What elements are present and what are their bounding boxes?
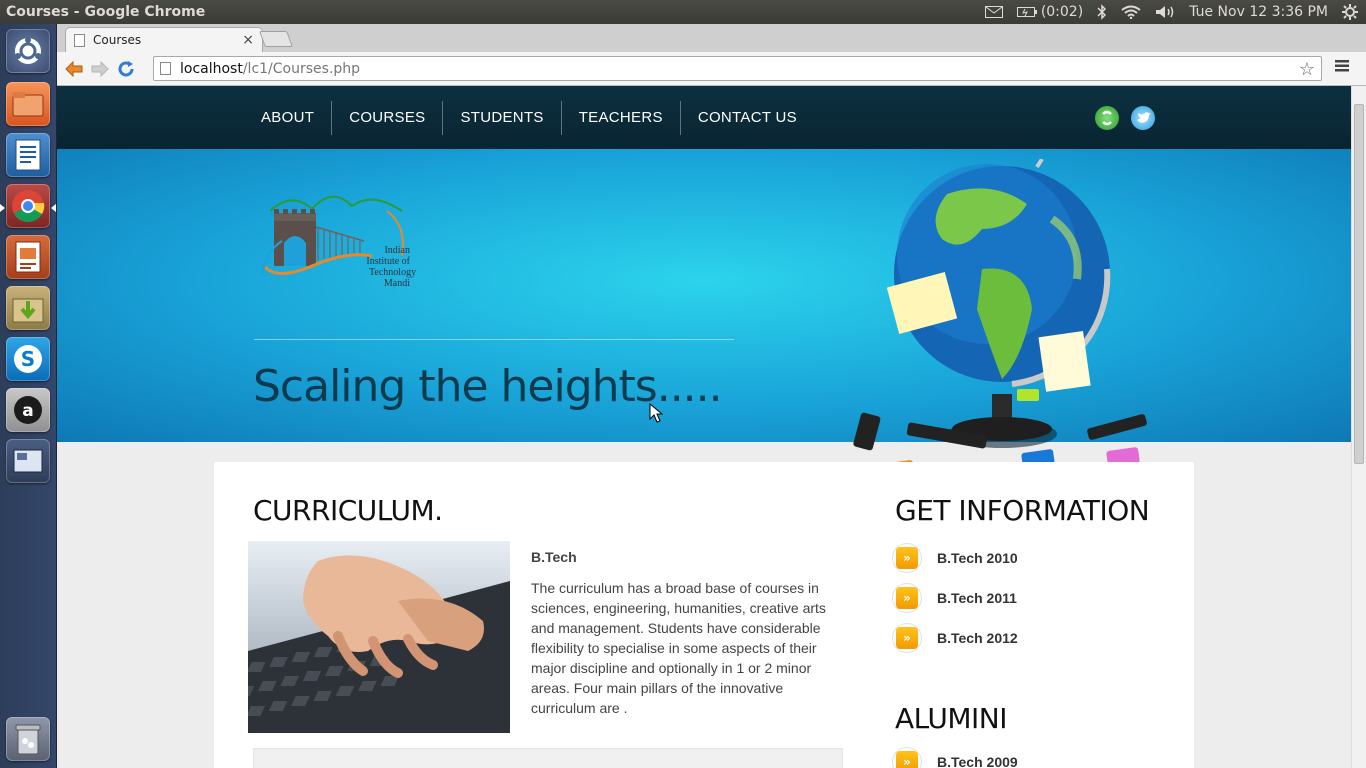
scrollbar-thumb[interactable] — [1354, 104, 1364, 464]
impress-icon[interactable] — [6, 235, 50, 279]
running-indicator — [0, 204, 5, 212]
main-menu: ABOUT COURSES STUDENTS TEACHERS CONTACT … — [244, 86, 814, 149]
ubuntu-one-icon[interactable]: a — [6, 388, 50, 432]
nav-contact-us[interactable]: CONTACT US — [681, 101, 814, 135]
clock[interactable]: Tue Nov 12 3:36 PM — [1189, 4, 1328, 20]
url-path: /lc1/Courses.php — [242, 60, 361, 77]
nav-students[interactable]: STUDENTS — [443, 101, 560, 135]
reload-button[interactable] — [113, 56, 139, 82]
bookmark-star-icon[interactable]: ☆ — [1299, 59, 1315, 80]
toolbar: localhost/lc1/Courses.php ☆ — [57, 52, 1366, 86]
writer-icon[interactable] — [6, 133, 50, 177]
window-title: Courses - Google Chrome — [6, 4, 206, 20]
tab-strip: Courses × — [57, 24, 1366, 52]
back-arrow-icon — [65, 60, 83, 77]
nav-teachers[interactable]: TEACHERS — [562, 101, 680, 135]
reload-icon — [118, 60, 134, 76]
chrome-icon[interactable] — [6, 184, 50, 228]
tab-courses[interactable]: Courses × — [65, 27, 263, 52]
mail-icon[interactable] — [984, 6, 1003, 18]
link-label: B.Tech 2012 — [937, 630, 1018, 646]
link-label: B.Tech 2011 — [937, 590, 1017, 606]
double-chevron-icon: » — [896, 587, 918, 609]
nav-about[interactable]: ABOUT — [244, 101, 331, 135]
course-title: B.Tech — [531, 549, 577, 565]
gear-icon[interactable] — [1342, 4, 1358, 20]
wifi-icon[interactable] — [1121, 5, 1141, 19]
active-indicator — [51, 204, 56, 212]
volume-icon[interactable] — [1155, 5, 1175, 19]
double-chevron-icon: » — [896, 751, 918, 768]
hero-banner: Indian Institute of Technology Mandi Sca… — [57, 149, 1351, 518]
chrome-menu-button[interactable] — [1335, 58, 1351, 77]
top-panel: Courses - Google Chrome (0:02) Tue Nov 1… — [0, 0, 1366, 24]
double-chevron-icon: » — [896, 547, 918, 569]
content-card: CURRICULUM. B.Tech The curriculum has a … — [214, 462, 1194, 768]
trash-icon[interactable] — [6, 717, 50, 761]
workspace-switcher-icon[interactable] — [6, 439, 50, 483]
skype-social-icon[interactable] — [1095, 106, 1119, 130]
logo-line: Indian — [384, 245, 410, 256]
arrow-button: » — [892, 747, 922, 768]
course-description: The curriculum has a broad base of cours… — [531, 580, 826, 716]
new-tab-button[interactable] — [259, 31, 293, 47]
bluetooth-icon[interactable] — [1097, 4, 1107, 20]
tab-close-icon[interactable]: × — [242, 32, 254, 48]
indicator-area: (0:02) Tue Nov 12 3:36 PM — [984, 4, 1366, 20]
forward-arrow-icon — [91, 60, 109, 77]
twitter-icon[interactable] — [1131, 106, 1155, 130]
btech-2009-link[interactable]: » B.Tech 2009 — [892, 747, 1018, 768]
double-chevron-icon: » — [896, 627, 918, 649]
skype-icon[interactable]: S — [6, 337, 50, 381]
page-icon — [160, 62, 171, 75]
arrow-button: » — [892, 543, 922, 573]
link-label: B.Tech 2010 — [937, 550, 1018, 566]
btech-2010-link[interactable]: » B.Tech 2010 — [892, 543, 1018, 573]
pillars-box — [253, 748, 843, 768]
tab-title: Courses — [93, 33, 142, 47]
page-viewport: ABOUT COURSES STUDENTS TEACHERS CONTACT … — [57, 86, 1351, 768]
battery-time: (0:02) — [1040, 4, 1084, 20]
logo-line: Institute of — [366, 256, 410, 267]
nav-courses[interactable]: COURSES — [332, 101, 442, 135]
arrow-button: » — [892, 623, 922, 653]
url-host: localhost — [180, 60, 243, 77]
address-bar[interactable]: localhost/lc1/Courses.php ☆ — [153, 56, 1322, 81]
logo-text: Indian Institute of Technology Mandi — [366, 245, 416, 289]
get-information-heading: GET INFORMATION — [895, 494, 1150, 527]
logo-line: Mandi — [383, 278, 410, 289]
link-label: B.Tech 2009 — [937, 754, 1018, 768]
browser-window: Courses × localhost/lc1/Courses.php ☆ AB… — [57, 24, 1366, 768]
btech-2011-link[interactable]: » B.Tech 2011 — [892, 583, 1017, 613]
hamburger-icon — [1335, 60, 1349, 72]
archive-manager-icon[interactable] — [6, 286, 50, 330]
logo-line: Technology — [369, 267, 417, 278]
keyboard-photo — [248, 541, 510, 733]
svg-text:S: S — [21, 347, 35, 371]
launcher: S a — [0, 24, 57, 768]
vertical-scrollbar[interactable] — [1351, 86, 1366, 768]
page-icon — [74, 33, 85, 47]
banner-divider — [254, 339, 734, 340]
files-icon[interactable] — [6, 82, 50, 126]
mouse-cursor-icon — [649, 403, 663, 423]
curriculum-heading: CURRICULUM. — [253, 494, 443, 527]
btech-2012-link[interactable]: » B.Tech 2012 — [892, 623, 1018, 653]
arrow-button: » — [892, 583, 922, 613]
forward-button[interactable] — [87, 56, 113, 82]
alumini-heading: ALUMINI — [895, 702, 1007, 735]
svg-text:a: a — [22, 401, 33, 421]
dash-home-icon[interactable] — [6, 29, 50, 73]
site-navbar: ABOUT COURSES STUDENTS TEACHERS CONTACT … — [57, 86, 1351, 149]
battery-icon — [1016, 7, 1037, 17]
back-button[interactable] — [61, 56, 87, 82]
battery-indicator[interactable]: (0:02) — [1016, 4, 1084, 20]
